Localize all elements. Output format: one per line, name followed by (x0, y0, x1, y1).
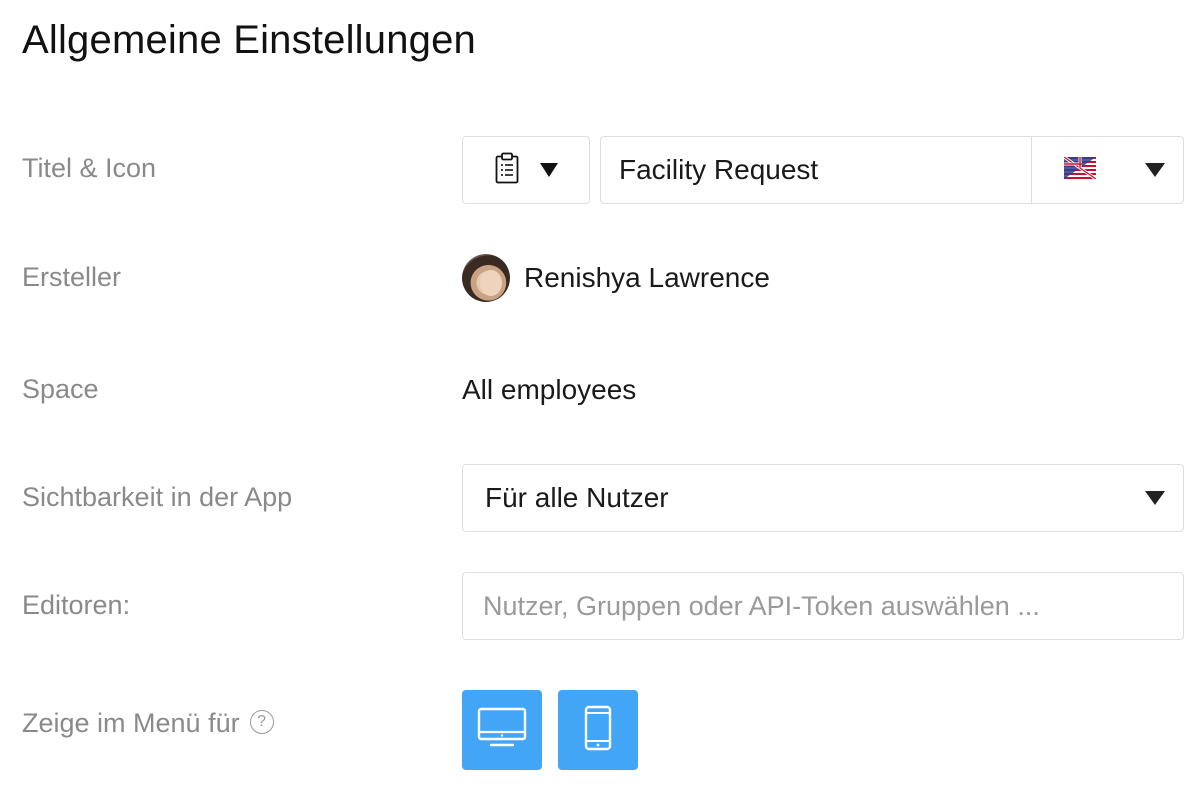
language-dropdown[interactable] (1031, 137, 1183, 203)
creator-label: Ersteller (22, 262, 122, 292)
desktop-icon (477, 707, 527, 754)
page-title: Allgemeine Einstellungen (22, 18, 476, 62)
editors-field[interactable] (462, 572, 1184, 640)
title-icon-label: Titel & Icon (22, 153, 157, 183)
chevron-down-icon (1145, 491, 1165, 505)
mobile-toggle-button[interactable] (558, 690, 638, 770)
editors-input[interactable] (481, 589, 1165, 623)
visibility-selected-value: Für alle Nutzer (485, 482, 669, 513)
space-label: Space (22, 374, 99, 404)
chevron-down-icon (1145, 163, 1165, 177)
creator-name: Renishya Lawrence (524, 262, 770, 293)
desktop-toggle-button[interactable] (462, 690, 542, 770)
menu-visibility-label: Zeige im Menü für? (22, 708, 274, 739)
avatar (462, 254, 510, 302)
visibility-label: Sichtbarkeit in der App (22, 482, 293, 512)
title-input-group (600, 136, 1184, 204)
icon-picker-dropdown[interactable] (462, 136, 590, 204)
chevron-down-icon (540, 163, 558, 177)
editors-label: Editoren: (22, 590, 131, 620)
title-input[interactable] (601, 137, 1031, 203)
visibility-dropdown[interactable]: Für alle Nutzer (462, 464, 1184, 532)
us-uk-flag-icon (1063, 155, 1097, 184)
clipboard-icon (494, 152, 520, 189)
space-value: All employees (462, 374, 637, 405)
menu-visibility-label-text: Zeige im Menü für (22, 708, 240, 738)
help-icon[interactable]: ? (249, 709, 274, 734)
mobile-icon (584, 705, 612, 756)
creator: Renishya Lawrence (462, 254, 770, 302)
